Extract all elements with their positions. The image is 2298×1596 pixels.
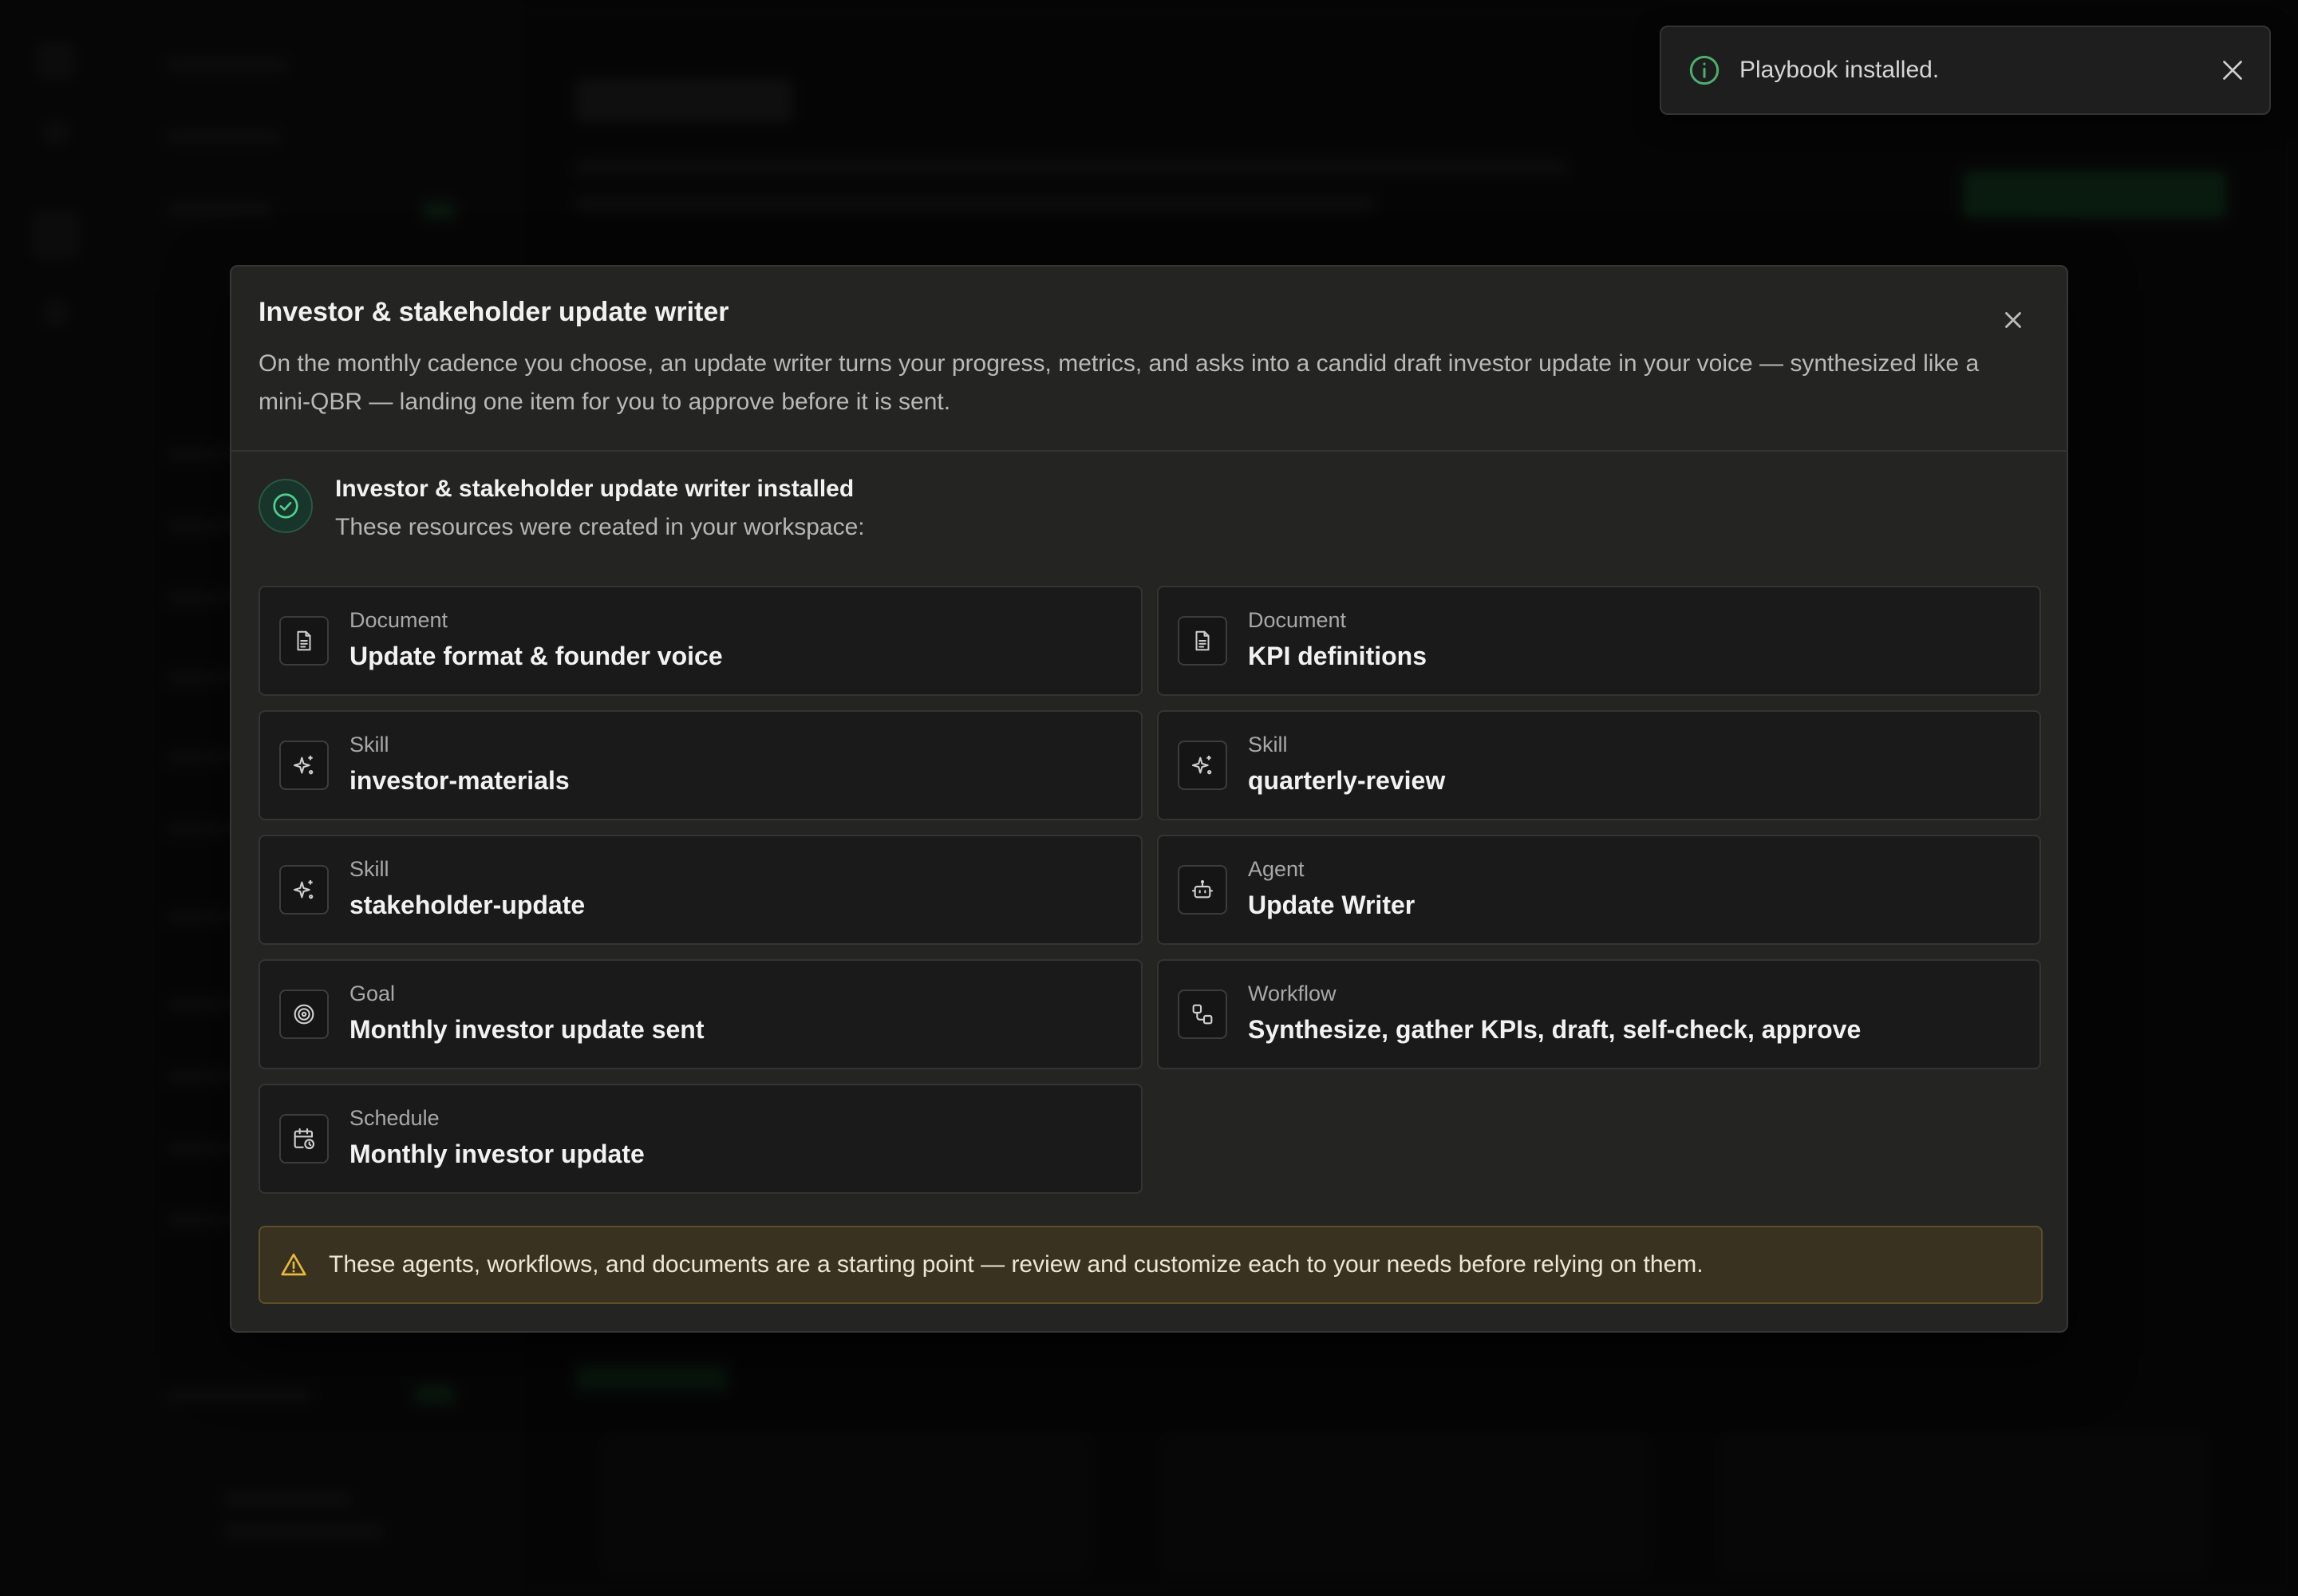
sparkle-icon	[279, 865, 329, 915]
toast-notification: Playbook installed.	[1660, 26, 2271, 115]
resource-name: Update Writer	[1248, 891, 1416, 919]
target-icon	[279, 990, 329, 1039]
info-icon	[1689, 55, 1720, 85]
robot-icon	[1178, 865, 1227, 915]
installed-title: Investor & stakeholder update writer ins…	[335, 476, 855, 502]
sparkle-icon	[1178, 741, 1227, 790]
resource-card-schedule-monthly-update[interactable]: Schedule Monthly investor update	[259, 1084, 1143, 1194]
resource-type: Skill	[1248, 733, 1288, 757]
resource-name: Monthly investor update	[349, 1140, 645, 1168]
resource-name: quarterly-review	[1248, 766, 1446, 795]
resource-type: Goal	[349, 982, 396, 1005]
resource-card-document-update-format[interactable]: Document Update format & founder voice	[259, 586, 1143, 696]
resource-card-agent-update-writer[interactable]: Agent Update Writer	[1157, 835, 2041, 945]
installed-status: Investor & stakeholder update writer ins…	[259, 476, 1455, 552]
modal-description: On the monthly cadence you choose, an up…	[259, 350, 1980, 415]
success-check-icon	[259, 479, 313, 533]
installed-subtitle: These resources were created in your wor…	[335, 514, 865, 540]
modal-title: Investor & stakeholder update writer	[259, 297, 729, 327]
modal-close-icon[interactable]	[2000, 306, 2027, 334]
resource-name: KPI definitions	[1248, 642, 1427, 670]
resource-card-goal-monthly-update[interactable]: Goal Monthly investor update sent	[259, 959, 1143, 1069]
resource-name: stakeholder-update	[349, 891, 586, 919]
resource-type: Schedule	[349, 1106, 440, 1130]
resource-card-skill-stakeholder-update[interactable]: Skill stakeholder-update	[259, 835, 1143, 945]
calendar-clock-icon	[279, 1114, 329, 1163]
document-icon	[279, 616, 329, 666]
resource-card-workflow[interactable]: Workflow Synthesize, gather KPIs, draft,…	[1157, 959, 2041, 1069]
document-icon	[1178, 616, 1227, 666]
resource-type: Document	[349, 608, 448, 632]
resource-name: Synthesize, gather KPIs, draft, self-che…	[1248, 1015, 1862, 1044]
resource-type: Skill	[349, 857, 389, 881]
resource-type: Agent	[1248, 857, 1305, 881]
sparkle-icon	[279, 741, 329, 790]
resource-card-skill-quarterly-review[interactable]: Skill quarterly-review	[1157, 710, 2041, 820]
warning-banner: These agents, workflows, and documents a…	[259, 1226, 2043, 1304]
toast-close-icon[interactable]	[2218, 56, 2247, 85]
resource-type: Document	[1248, 608, 1347, 632]
workflow-icon	[1178, 990, 1227, 1039]
resource-card-document-kpi-definitions[interactable]: Document KPI definitions	[1157, 586, 2041, 696]
playbook-modal: Investor & stakeholder update writer On …	[230, 265, 2068, 1333]
modal-header: Investor & stakeholder update writer On …	[231, 267, 2067, 452]
resource-name: Update format & founder voice	[349, 642, 723, 670]
resource-type: Workflow	[1248, 982, 1337, 1005]
warning-text: These agents, workflows, and documents a…	[329, 1251, 1704, 1278]
resource-name: Monthly investor update sent	[349, 1015, 705, 1044]
toast-message: Playbook installed.	[1739, 57, 1940, 83]
resource-name: investor-materials	[349, 766, 570, 795]
resource-card-skill-investor-materials[interactable]: Skill investor-materials	[259, 710, 1143, 820]
resource-type: Skill	[349, 733, 389, 757]
warning-icon	[281, 1253, 306, 1276]
